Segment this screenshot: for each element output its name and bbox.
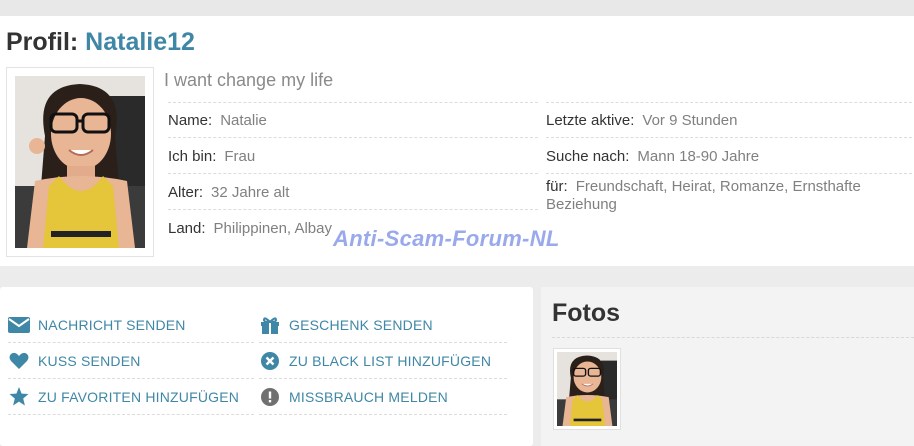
send-message-button[interactable]: NACHRICHT SENDEN — [8, 307, 254, 343]
heart-icon — [8, 350, 30, 372]
avatar-image — [15, 76, 145, 248]
field-age: Alter: 32 Jahre alt — [168, 174, 538, 210]
username: Natalie12 — [85, 28, 195, 56]
profile-headline: I want change my life — [164, 70, 334, 90]
send-gift-button[interactable]: GESCHENK SENDEN — [259, 307, 507, 343]
field-name: Name: Natalie — [168, 102, 538, 138]
photos-card: Fotos — [541, 287, 914, 446]
field-gender: Ich bin: Frau — [168, 138, 538, 174]
field-last-active: Letzte aktive: Vor 9 Stunden — [546, 102, 912, 138]
star-icon — [8, 386, 30, 408]
actions-card: NACHRICHT SENDEN GESCHENK SENDEN KUSS SE… — [0, 287, 533, 446]
title-prefix: Profil: — [6, 28, 79, 56]
envelope-icon — [8, 314, 30, 336]
divider — [552, 337, 914, 338]
photo-thumbnail[interactable] — [553, 348, 621, 430]
profile-details-left: Name: Natalie Ich bin: Frau Alter: 32 Jahre… — [168, 102, 538, 246]
gift-icon — [259, 314, 281, 336]
page-title: Profil: Natalie12 — [6, 28, 195, 57]
top-strip — [0, 0, 914, 16]
field-looking-for: Suche nach: Mann 18-90 Jahre — [546, 138, 912, 174]
watermark: Anti-Scam-Forum-NL — [333, 226, 560, 251]
x-circle-icon — [259, 350, 281, 372]
profile-photo[interactable] — [6, 67, 154, 257]
send-kiss-button[interactable]: KUSS SENDEN — [8, 343, 254, 379]
profile-details-right: Letzte aktive: Vor 9 Stunden Suche nach: M… — [546, 102, 912, 213]
add-to-blacklist-button[interactable]: ZU BLACK LIST HINZUFÜGEN — [259, 343, 507, 379]
add-to-favorites-button[interactable]: ZU FAVORITEN HINZUFÜGEN — [8, 379, 254, 415]
photos-title: Fotos — [552, 299, 621, 327]
field-purpose: für: Freundschaft, Heirat, Romanze, Ernst… — [546, 178, 861, 213]
profile-card: Profil: Natalie12 I want change my life … — [0, 16, 914, 266]
alert-icon — [259, 386, 281, 408]
photo-thumbnail-image — [557, 352, 617, 426]
report-abuse-button[interactable]: MISSBRAUCH MELDEN — [259, 379, 507, 415]
